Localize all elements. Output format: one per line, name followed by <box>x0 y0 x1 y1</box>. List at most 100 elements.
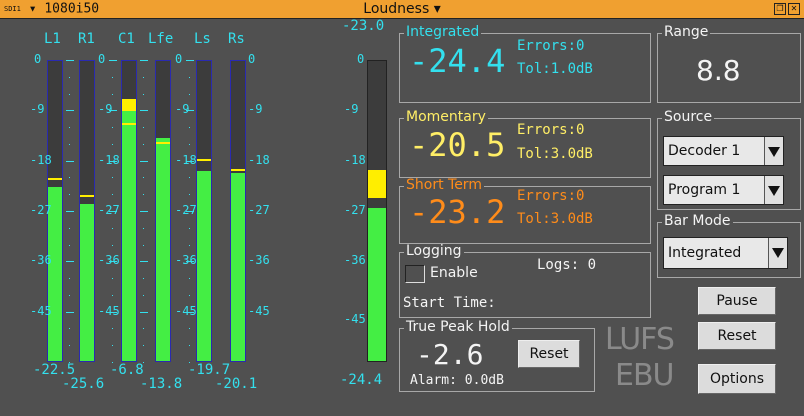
meter-scale-label: -9 <box>98 102 113 117</box>
scale-dash <box>140 261 148 263</box>
meter-scale-label: -36 <box>30 253 52 268</box>
scale-dot <box>189 278 190 280</box>
enable-checkbox[interactable] <box>405 265 425 283</box>
range-value: 8.8 <box>696 54 741 87</box>
scale-dot <box>143 227 144 229</box>
scale-dash <box>186 261 194 263</box>
scale-dot <box>69 160 70 162</box>
scale-dash <box>66 110 74 112</box>
scale-dot <box>69 110 70 112</box>
scale-dot <box>112 177 113 179</box>
meter-scale-label: -9 <box>30 102 45 117</box>
meter-scale-label: -18 <box>248 152 270 167</box>
loudness-warning-fill <box>368 170 386 199</box>
scale-dot <box>143 110 144 112</box>
close-icon[interactable]: ✕ <box>788 3 800 15</box>
channel-label: L1 <box>44 31 61 47</box>
scale-dot <box>143 328 144 330</box>
scale-dot <box>112 261 113 263</box>
scale-dot <box>112 76 113 78</box>
scale-dot <box>189 76 190 78</box>
program-select[interactable]: Program 1 <box>663 175 784 205</box>
scale-dot <box>69 345 70 347</box>
scale-dash <box>109 60 117 61</box>
short-term-title: Short Term <box>404 177 484 193</box>
short-term-panel: Short Term -23.2 Errors:0 Tol:3.0dB <box>399 178 651 244</box>
loudness-scale-label: -36 <box>344 253 366 268</box>
meter-scale-label: -45 <box>30 303 52 318</box>
bar-mode-panel: Bar Mode Integrated <box>657 214 801 278</box>
options-button[interactable]: Options <box>698 364 776 394</box>
scale-dot <box>143 294 144 296</box>
channel-level-fill <box>122 99 136 361</box>
window-title-menu[interactable]: Loudness ▾ <box>0 0 804 18</box>
restore-icon[interactable]: ❐ <box>774 3 786 15</box>
integrated-errors: Errors:0 <box>517 38 585 54</box>
loudness-bar-area: -23.0 -24.4 0 -9 -18 -27 -36 -45 <box>330 18 400 416</box>
momentary-title: Momentary <box>404 109 488 125</box>
short-term-value: -23.2 <box>409 193 506 231</box>
scale-dash <box>66 60 74 61</box>
channel-bar <box>230 60 246 362</box>
scale-dot <box>112 127 113 129</box>
scale-dot <box>112 227 113 229</box>
true-peak-title: True Peak Hold <box>404 319 512 335</box>
channel-bar <box>79 60 95 362</box>
bar-mode-select[interactable]: Integrated <box>663 237 788 269</box>
scale-dot <box>189 345 190 347</box>
scale-dash <box>109 311 117 313</box>
pause-button[interactable]: Pause <box>698 287 776 315</box>
meter-scale-label: 0 <box>34 52 42 66</box>
reset-button[interactable]: Reset <box>698 322 776 350</box>
decoder-select[interactable]: Decoder 1 <box>663 136 784 166</box>
scale-dot <box>143 194 144 196</box>
true-peak-reset-button[interactable]: Reset <box>518 340 580 368</box>
scale-dot <box>69 194 70 196</box>
channel-label: Ls <box>194 31 211 47</box>
scale-dot <box>112 211 113 212</box>
meter-scale-label: -36 <box>98 253 120 268</box>
scale-dot <box>143 60 144 61</box>
channel-level-fill <box>80 204 94 361</box>
scale-dot <box>69 60 70 61</box>
scale-dot <box>69 311 70 313</box>
true-peak-value: -2.6 <box>416 338 484 371</box>
scale-dot <box>189 127 190 129</box>
channel-value: -13.8 <box>140 376 183 392</box>
target-label: -23.0 <box>342 18 385 34</box>
scale-dot <box>69 127 70 129</box>
meter-scale-label: -45 <box>175 303 197 318</box>
channel-value: -6.8 <box>110 362 144 378</box>
scale-dot <box>189 311 190 313</box>
window-title: Loudness <box>363 1 430 17</box>
channel-label: R1 <box>78 31 95 47</box>
scale-dot <box>143 244 144 246</box>
integrated-tolerance: Tol:1.0dB <box>517 61 593 77</box>
logs-count: Logs: 0 <box>537 257 597 273</box>
integrated-panel: Integrated -24.4 Errors:0 Tol:1.0dB <box>399 25 651 103</box>
loudness-bar-value: -24.4 <box>340 372 383 388</box>
true-peak-panel: True Peak Hold -2.6 Reset Alarm: 0.0dB <box>399 320 595 392</box>
channel-label: C1 <box>118 31 135 47</box>
scale-dash <box>140 160 148 162</box>
integrated-value: -24.4 <box>409 42 506 80</box>
channel-bar <box>155 60 171 362</box>
scale-dot <box>112 328 113 330</box>
integrated-title: Integrated <box>404 24 482 40</box>
scale-dot <box>112 194 113 196</box>
scale-dot <box>69 261 70 263</box>
scale-dot <box>112 244 113 246</box>
scale-dot <box>112 345 113 347</box>
meter-scale-label: 0 <box>175 52 183 66</box>
meter-scale-label: -27 <box>248 203 270 217</box>
loudness-level-fill <box>368 208 386 361</box>
scale-dot <box>189 110 190 112</box>
scale-dot <box>143 278 144 280</box>
scale-dot <box>143 345 144 347</box>
scale-dash <box>66 261 74 263</box>
channel-bar <box>121 60 137 362</box>
channel-level-fill <box>231 173 245 361</box>
channel-label: Lfe <box>148 31 174 47</box>
meter-scale-label: -18 <box>175 152 197 167</box>
logging-title: Logging <box>404 243 464 259</box>
